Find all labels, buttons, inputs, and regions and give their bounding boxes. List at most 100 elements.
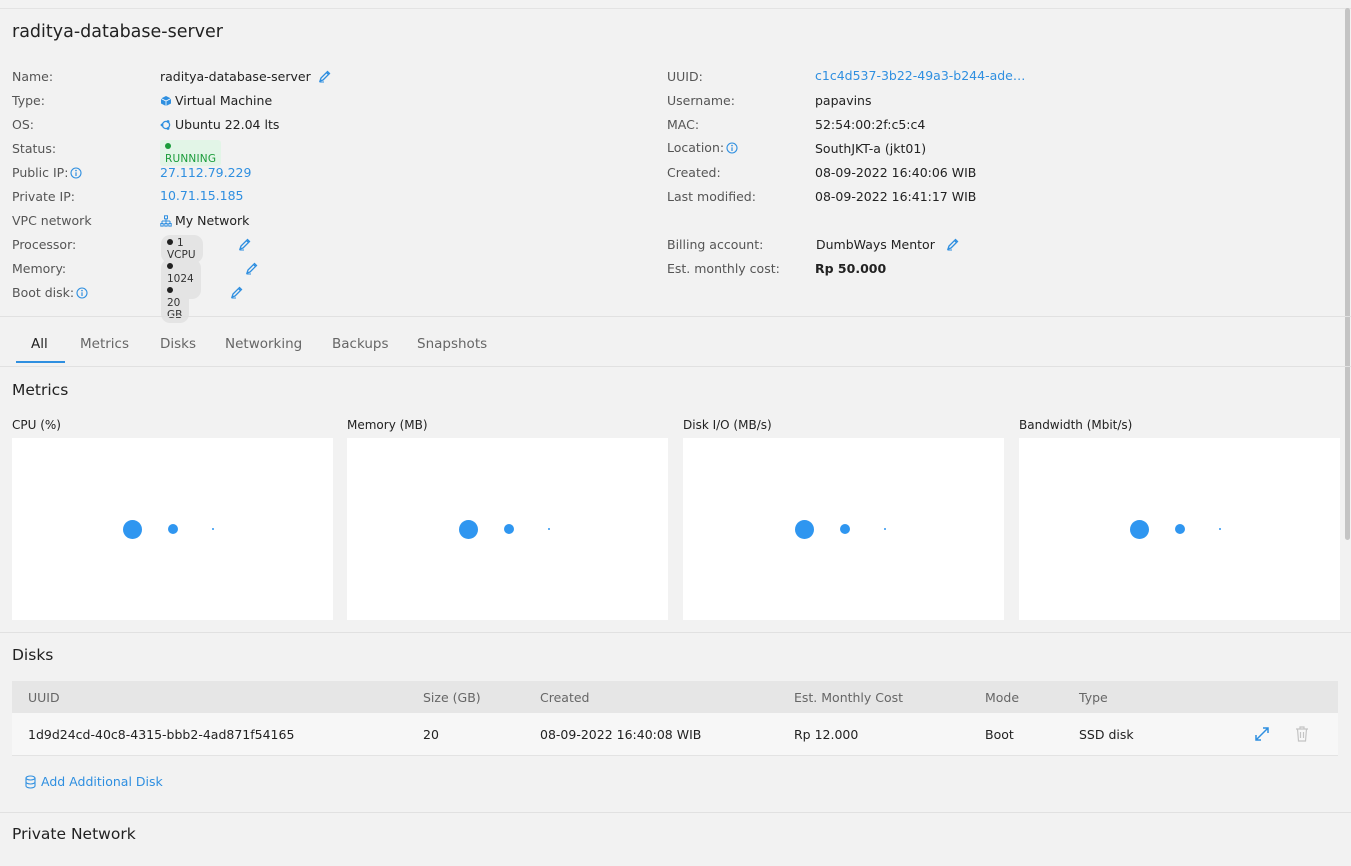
chip-dot-icon: [167, 263, 173, 269]
private-network-section-title: Private Network: [12, 825, 136, 843]
disk-io-chart: [683, 438, 1004, 620]
col-cost: Est. Monthly Cost: [794, 690, 904, 705]
tab-bar: All Metrics Disks Networking Backups Sna…: [0, 318, 1351, 366]
processor-label: Processor:: [12, 237, 77, 252]
uuid-value[interactable]: c1c4d537-3b22-49a3-b244-ade…: [815, 68, 1025, 83]
username-label: Username:: [667, 93, 735, 108]
disk-mode-cell: Boot: [985, 727, 1014, 742]
location-label-text: Location:: [667, 140, 725, 155]
private-ip-value[interactable]: 10.71.15.185: [160, 188, 244, 203]
boot-disk-label-text: Boot disk:: [12, 285, 75, 300]
public-ip-label: Public IP:: [12, 165, 82, 180]
divider: [0, 366, 1351, 367]
disk-size-cell: 20: [423, 727, 439, 742]
memory-chart: [347, 438, 668, 620]
col-mode: Mode: [985, 690, 1020, 705]
loading-dot-medium: [504, 524, 514, 534]
tab-metrics[interactable]: Metrics: [80, 336, 129, 352]
col-type: Type: [1079, 690, 1108, 705]
boot-disk-label: Boot disk:: [12, 285, 88, 300]
edit-billing-pencil-icon[interactable]: [946, 237, 960, 251]
status-badge: RUNNING: [160, 140, 222, 166]
ubuntu-icon: [160, 120, 171, 130]
vpc-value[interactable]: My Network: [175, 213, 249, 228]
tab-disks[interactable]: Disks: [160, 336, 196, 352]
disks-table-header: UUID Size (GB) Created Est. Monthly Cost…: [12, 681, 1338, 713]
server-title: raditya-database-server: [12, 22, 223, 42]
status-text: RUNNING: [165, 153, 217, 165]
edit-processor-pencil-icon[interactable]: [238, 237, 252, 251]
tab-snapshots[interactable]: Snapshots: [417, 336, 487, 352]
disk-io-chart-label: Disk I/O (MB/s): [683, 418, 772, 432]
type-label: Type:: [12, 93, 45, 108]
status-dot-icon: [165, 143, 171, 149]
trash-icon[interactable]: [1294, 725, 1310, 743]
name-label: Name:: [12, 69, 54, 84]
loading-dot-medium: [840, 524, 850, 534]
active-tab-indicator: [16, 361, 65, 363]
os-value: Ubuntu 22.04 lts: [175, 117, 280, 132]
billing-value: DumbWays Mentor: [816, 237, 935, 252]
disk-created-cell: 08-09-2022 16:40:08 WIB: [540, 727, 702, 742]
location-value: SouthJKT-a (jkt01): [815, 141, 927, 156]
divider: [0, 812, 1351, 813]
info-icon[interactable]: [70, 167, 82, 179]
disk-uuid-cell: 1d9d24cd-40c8-4315-bbb2-4ad871f54165: [28, 727, 295, 742]
chip-dot-icon: [167, 287, 173, 293]
loading-dot-large: [1130, 520, 1149, 539]
chip-dot-icon: [167, 239, 173, 245]
col-uuid: UUID: [28, 690, 60, 705]
tab-networking[interactable]: Networking: [225, 336, 302, 352]
network-icon: [160, 215, 172, 227]
info-icon[interactable]: [76, 287, 88, 299]
top-strip: [0, 0, 1351, 9]
name-value: raditya-database-server: [160, 69, 311, 84]
disk-cost-cell: Rp 12.000: [794, 727, 859, 742]
created-value: 08-09-2022 16:40:06 WIB: [815, 165, 977, 180]
edit-memory-pencil-icon[interactable]: [245, 261, 259, 275]
bandwidth-chart-label: Bandwidth (Mbit/s): [1019, 418, 1133, 432]
scrollbar-thumb[interactable]: [1345, 8, 1350, 540]
expand-icon[interactable]: [1253, 725, 1271, 743]
database-icon: [25, 775, 36, 789]
metrics-section-title: Metrics: [12, 381, 69, 399]
loading-dot-small: [548, 528, 550, 530]
location-label: Location:: [667, 140, 738, 155]
loading-dot-small: [884, 528, 886, 530]
col-created: Created: [540, 690, 590, 705]
created-label: Created:: [667, 165, 721, 180]
private-ip-label: Private IP:: [12, 189, 75, 204]
bandwidth-chart: [1019, 438, 1340, 620]
add-additional-disk-button[interactable]: Add Additional Disk: [24, 774, 163, 789]
billing-label: Billing account:: [667, 237, 764, 252]
cube-icon: [160, 96, 172, 106]
tab-backups[interactable]: Backups: [332, 336, 389, 352]
uuid-label: UUID:: [667, 69, 703, 84]
edit-boot-disk-pencil-icon[interactable]: [230, 285, 244, 299]
tab-all[interactable]: All: [31, 336, 48, 352]
loading-dot-large: [123, 520, 142, 539]
info-icon[interactable]: [726, 142, 738, 154]
public-ip-value[interactable]: 27.112.79.229: [160, 165, 251, 180]
type-value: Virtual Machine: [175, 93, 273, 108]
status-label: Status:: [12, 141, 57, 156]
table-row: 1d9d24cd-40c8-4315-bbb2-4ad871f54165 20 …: [12, 713, 1338, 756]
disk-type-cell: SSD disk: [1079, 727, 1134, 742]
username-value: papavins: [815, 93, 872, 108]
divider: [0, 316, 1351, 317]
loading-dot-small: [1219, 528, 1221, 530]
boot-disk-chip: 20 GB: [161, 283, 190, 323]
loading-dot-large: [795, 520, 814, 539]
cpu-chart-label: CPU (%): [12, 418, 61, 432]
os-label: OS:: [12, 117, 34, 132]
disks-section-title: Disks: [12, 646, 54, 664]
mac-value: 52:54:00:2f:c5:c4: [815, 117, 926, 132]
vpc-label: VPC network: [12, 213, 92, 228]
memory-label: Memory:: [12, 261, 67, 276]
last-modified-value: 08-09-2022 16:41:17 WIB: [815, 189, 977, 204]
cpu-chart: [12, 438, 333, 620]
add-disk-label: Add Additional Disk: [41, 774, 163, 789]
last-modified-label: Last modified:: [667, 189, 756, 204]
edit-name-pencil-icon[interactable]: [318, 69, 332, 83]
col-size: Size (GB): [423, 690, 481, 705]
